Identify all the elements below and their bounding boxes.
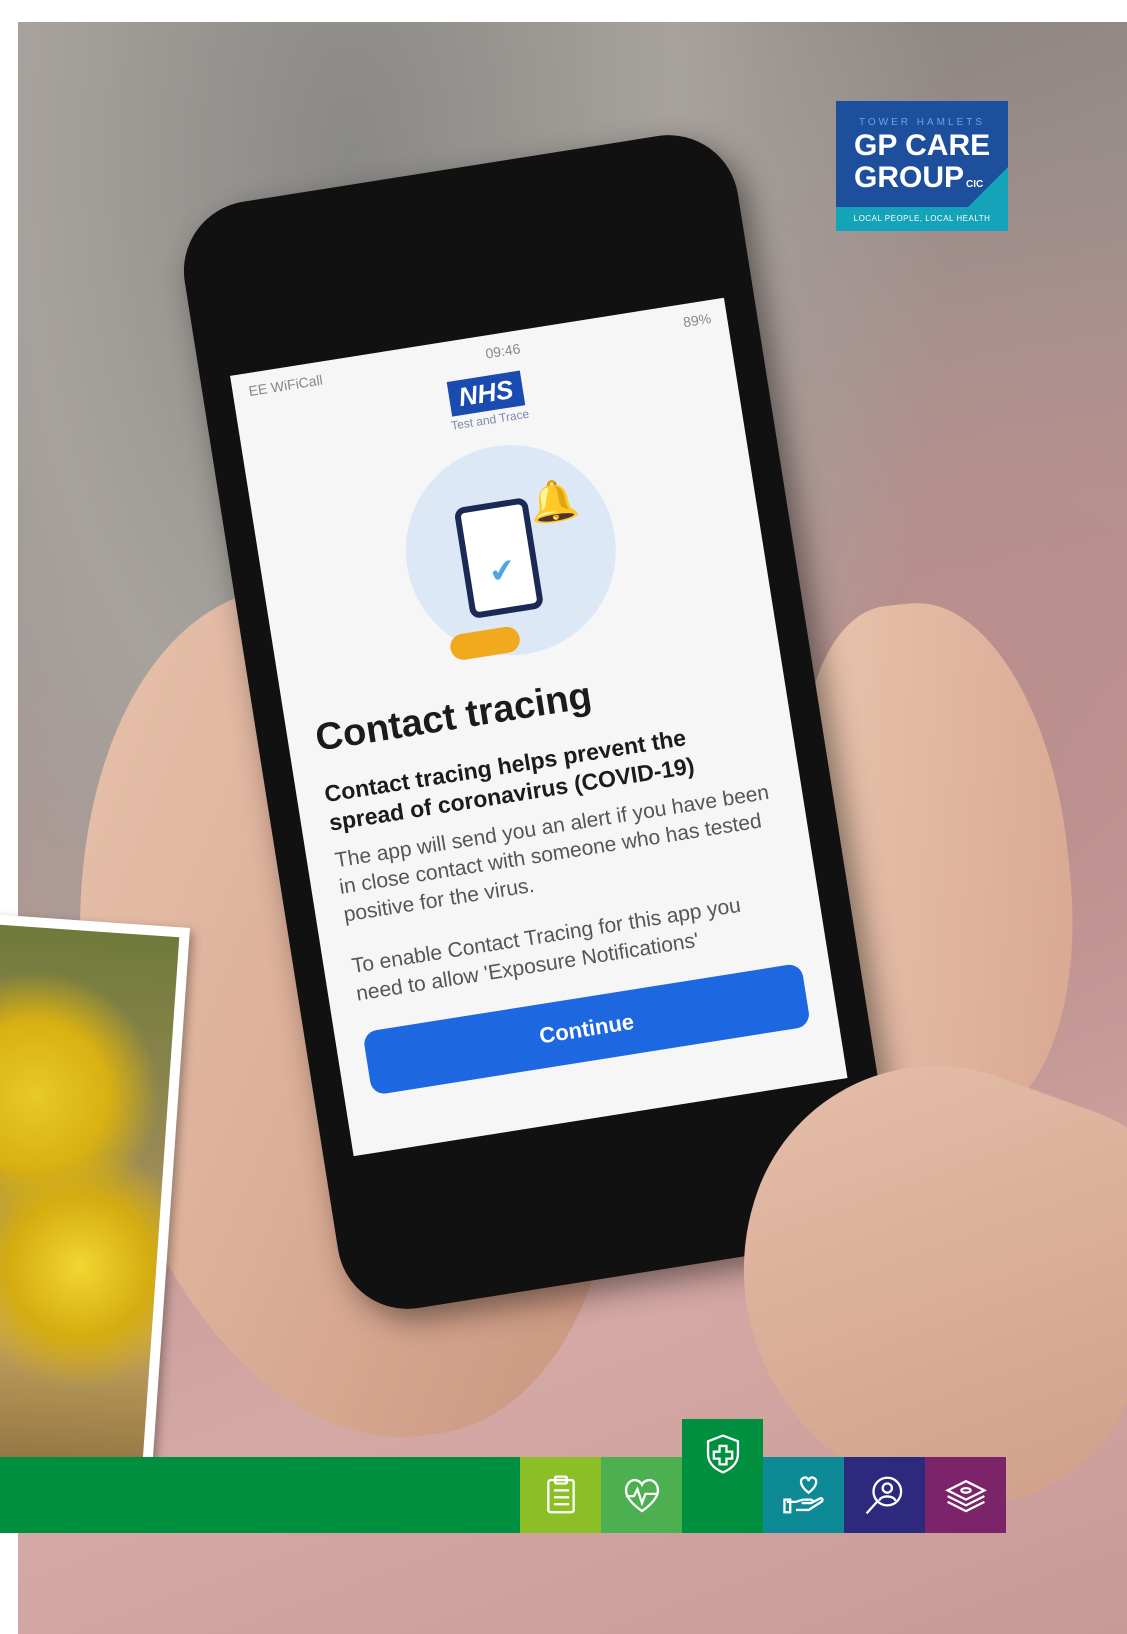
carrier-label: EE WiFiCall (247, 371, 324, 400)
hand-heart-icon (763, 1457, 844, 1533)
sunflower-image (0, 924, 180, 1496)
phone-alert-illustration: ✔ 🔔 (390, 430, 631, 671)
money-stack-icon (925, 1457, 1006, 1533)
screen-content: Contact tracing Contact tracing helps pr… (280, 615, 825, 1013)
bell-icon: 🔔 (525, 476, 582, 528)
search-person-icon (844, 1457, 925, 1533)
gp-care-group-logo: TOWER HAMLETS GP CARE GROUP CIC LOCAL PEO… (836, 101, 1008, 231)
background-photo: EE WiFiCall 09:46 89% NHS Test and Trace… (18, 22, 1127, 1634)
logo-line-1: GP CARE (854, 129, 991, 162)
logo-top-line: TOWER HAMLETS (858, 117, 986, 128)
clipboard-icon (520, 1457, 601, 1533)
check-icon: ✔ (486, 550, 519, 591)
clock-label: 09:46 (484, 340, 522, 362)
logo-group-word: GROUP (854, 161, 965, 194)
logo-tagline: LOCAL PEOPLE, LOCAL HEALTH (836, 207, 1008, 231)
phone-screen: EE WiFiCall 09:46 89% NHS Test and Trace… (230, 297, 848, 1157)
heartbeat-icon (601, 1457, 682, 1533)
green-footer-bar (0, 1457, 520, 1533)
battery-label: 89% (681, 310, 713, 331)
logo-corner (968, 167, 1008, 207)
shield-plus-icon (682, 1419, 763, 1533)
